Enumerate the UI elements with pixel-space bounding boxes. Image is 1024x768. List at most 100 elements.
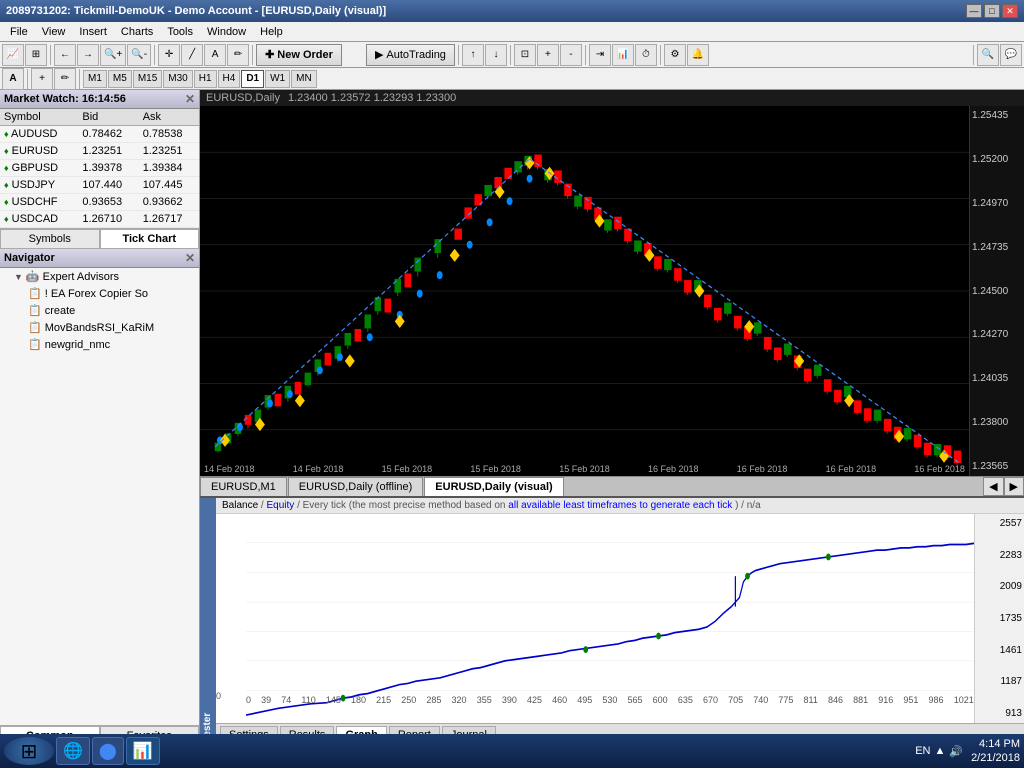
settings-btn[interactable]: ⚙ [664,44,686,66]
menu-window[interactable]: Window [201,24,252,40]
market-watch-close[interactable]: ✕ [185,92,195,106]
tester-panel: Tester Balance / Equity / Every tick (th… [200,496,1024,746]
indicators-btn[interactable]: 📊 [612,44,634,66]
crosshair-btn[interactable]: ✛ [158,44,180,66]
alert-btn[interactable]: 🔔 [687,44,709,66]
mw-bid: 1.26710 [78,211,138,228]
menu-insert[interactable]: Insert [73,24,113,40]
toolbar-1: 📈 ⊞ ← → 🔍+ 🔍- ✛ ╱ A ✏ ✚ New Order ▶ Auto… [0,42,1024,68]
title-bar: 2089731202: Tickmill-DemoUK - Demo Accou… [0,0,1024,22]
forward-btn[interactable]: → [77,44,99,66]
mw-bid: 0.78462 [78,126,138,143]
tester-label[interactable]: Tester [200,498,216,746]
taskbar-app-mt4[interactable]: 📊 [126,737,160,765]
window-controls: — □ ✕ [966,4,1018,18]
symbols-btn[interactable]: Symbols [0,229,100,249]
tf-h4[interactable]: H4 [218,70,241,88]
nav-expert-advisors[interactable]: ▼ 🤖 Expert Advisors [0,268,199,285]
tf-m1[interactable]: M1 [83,70,107,88]
taskbar: ⊞ 🌐 ⬤ 📊 EN ▲ 🔊 4:14 PM 2/21/2018 [0,734,1024,768]
scroll-right-btn[interactable]: ⇥ [589,44,611,66]
graph-y-axis: 2557 2283 2009 1735 1461 1187 913 [974,514,1024,723]
sell-btn[interactable]: ↓ [485,44,507,66]
market-watch-row[interactable]: ♦ USDJPY 107.440 107.445 [0,177,199,194]
crosshair-tool[interactable]: + [31,68,53,90]
line-btn[interactable]: ╱ [181,44,203,66]
mw-ask: 0.78538 [139,126,199,143]
tick-chart-btn[interactable]: Tick Chart [100,229,200,249]
chart-tab-prev[interactable]: ◀ [983,477,1003,496]
back-btn[interactable]: ← [54,44,76,66]
comment-btn[interactable]: 💬 [1000,44,1022,66]
zoom-out-btn[interactable]: 🔍- [127,44,151,66]
tf-m30[interactable]: M30 [163,70,192,88]
zoom-fit-btn[interactable]: ⊡ [514,44,536,66]
mw-symbol: ♦ GBPUSD [0,160,78,177]
graph-svg [246,514,974,723]
market-watch-row[interactable]: ♦ USDCHF 0.93653 0.93662 [0,194,199,211]
zoom-in-btn[interactable]: 🔍+ [100,44,126,66]
menu-bar: File View Insert Charts Tools Window Hel… [0,22,1024,42]
font-btn[interactable]: A [2,68,24,90]
ie-icon: 🌐 [63,741,83,761]
navigator-close[interactable]: ✕ [185,251,195,265]
mt4-icon: 📊 [133,741,153,761]
market-watch-row[interactable]: ♦ AUDUSD 0.78462 0.78538 [0,126,199,143]
mw-symbol: ♦ USDJPY [0,177,78,194]
tf-mn[interactable]: MN [291,70,317,88]
chart-scroll-btn[interactable]: ⊞ [25,44,47,66]
draw-btn[interactable]: ✏ [227,44,249,66]
new-chart-btn[interactable]: 📈 [2,44,24,66]
chart-info-bar: EURUSD,Daily 1.23400 1.23572 1.23293 1.2… [200,90,1024,106]
market-watch-row[interactable]: ♦ GBPUSD 1.39378 1.39384 [0,160,199,177]
tf-w1[interactable]: W1 [265,70,290,88]
search-btn[interactable]: 🔍 [977,44,999,66]
nav-ea-1[interactable]: 📋 ! EA Forex Copier So [0,285,199,302]
tf-d1[interactable]: D1 [241,70,264,88]
tf-h1[interactable]: H1 [194,70,217,88]
pen-tool[interactable]: ✏ [54,68,76,90]
minimize-button[interactable]: — [966,4,982,18]
menu-view[interactable]: View [36,24,72,40]
nav-ea-movbands[interactable]: 📋 MovBandsRSI_KaRiM [0,319,199,336]
market-watch-header: Market Watch: 16:14:56 ✕ [0,90,199,109]
chart-area[interactable]: 1.25435 1.25200 1.24970 1.24735 1.24500 … [200,106,1024,476]
chart-zoom2[interactable]: - [560,44,582,66]
mw-bid: 1.23251 [78,143,138,160]
market-watch-row[interactable]: ♦ USDCAD 1.26710 1.26717 [0,211,199,228]
nav-ea-newgrid[interactable]: 📋 newgrid_nmc [0,336,199,353]
window-title: 2089731202: Tickmill-DemoUK - Demo Accou… [6,5,386,17]
template-btn[interactable]: ⏱ [635,44,657,66]
chart-zoom1[interactable]: + [537,44,559,66]
tf-m15[interactable]: M15 [133,70,162,88]
menu-charts[interactable]: Charts [115,24,159,40]
buy-btn[interactable]: ↑ [462,44,484,66]
close-button[interactable]: ✕ [1002,4,1018,18]
menu-help[interactable]: Help [254,24,289,40]
menu-file[interactable]: File [4,24,34,40]
col-symbol: Symbol [0,109,78,126]
taskbar-app-chrome[interactable]: ⬤ [92,737,124,765]
col-bid: Bid [78,109,138,126]
tab-eurusd-daily-offline[interactable]: EURUSD,Daily (offline) [288,477,424,496]
navigator-header: Navigator ✕ [0,249,199,268]
mw-bid: 107.440 [78,177,138,194]
nav-ea-create[interactable]: 📋 create [0,302,199,319]
taskbar-app-ie[interactable]: 🌐 [56,737,90,765]
tf-m5[interactable]: M5 [108,70,132,88]
market-watch-row[interactable]: ♦ EURUSD 1.23251 1.23251 [0,143,199,160]
auto-trading-button[interactable]: ▶ AutoTrading [366,44,455,66]
new-order-button[interactable]: ✚ New Order [256,44,342,66]
tab-eurusd-daily-visual[interactable]: EURUSD,Daily (visual) [424,477,563,496]
text-btn[interactable]: A [204,44,226,66]
tab-eurusd-m1[interactable]: EURUSD,M1 [200,477,287,496]
chart-tab-next[interactable]: ▶ [1004,477,1024,496]
mw-ask: 1.23251 [139,143,199,160]
mw-ask: 1.26717 [139,211,199,228]
start-button[interactable]: ⊞ [4,737,54,765]
lang-indicator: EN [915,745,930,757]
up-arrow: ▲ [934,745,945,757]
menu-tools[interactable]: Tools [161,24,199,40]
maximize-button[interactable]: □ [984,4,1000,18]
taskbar-clock: 4:14 PM 2/21/2018 [971,737,1020,766]
